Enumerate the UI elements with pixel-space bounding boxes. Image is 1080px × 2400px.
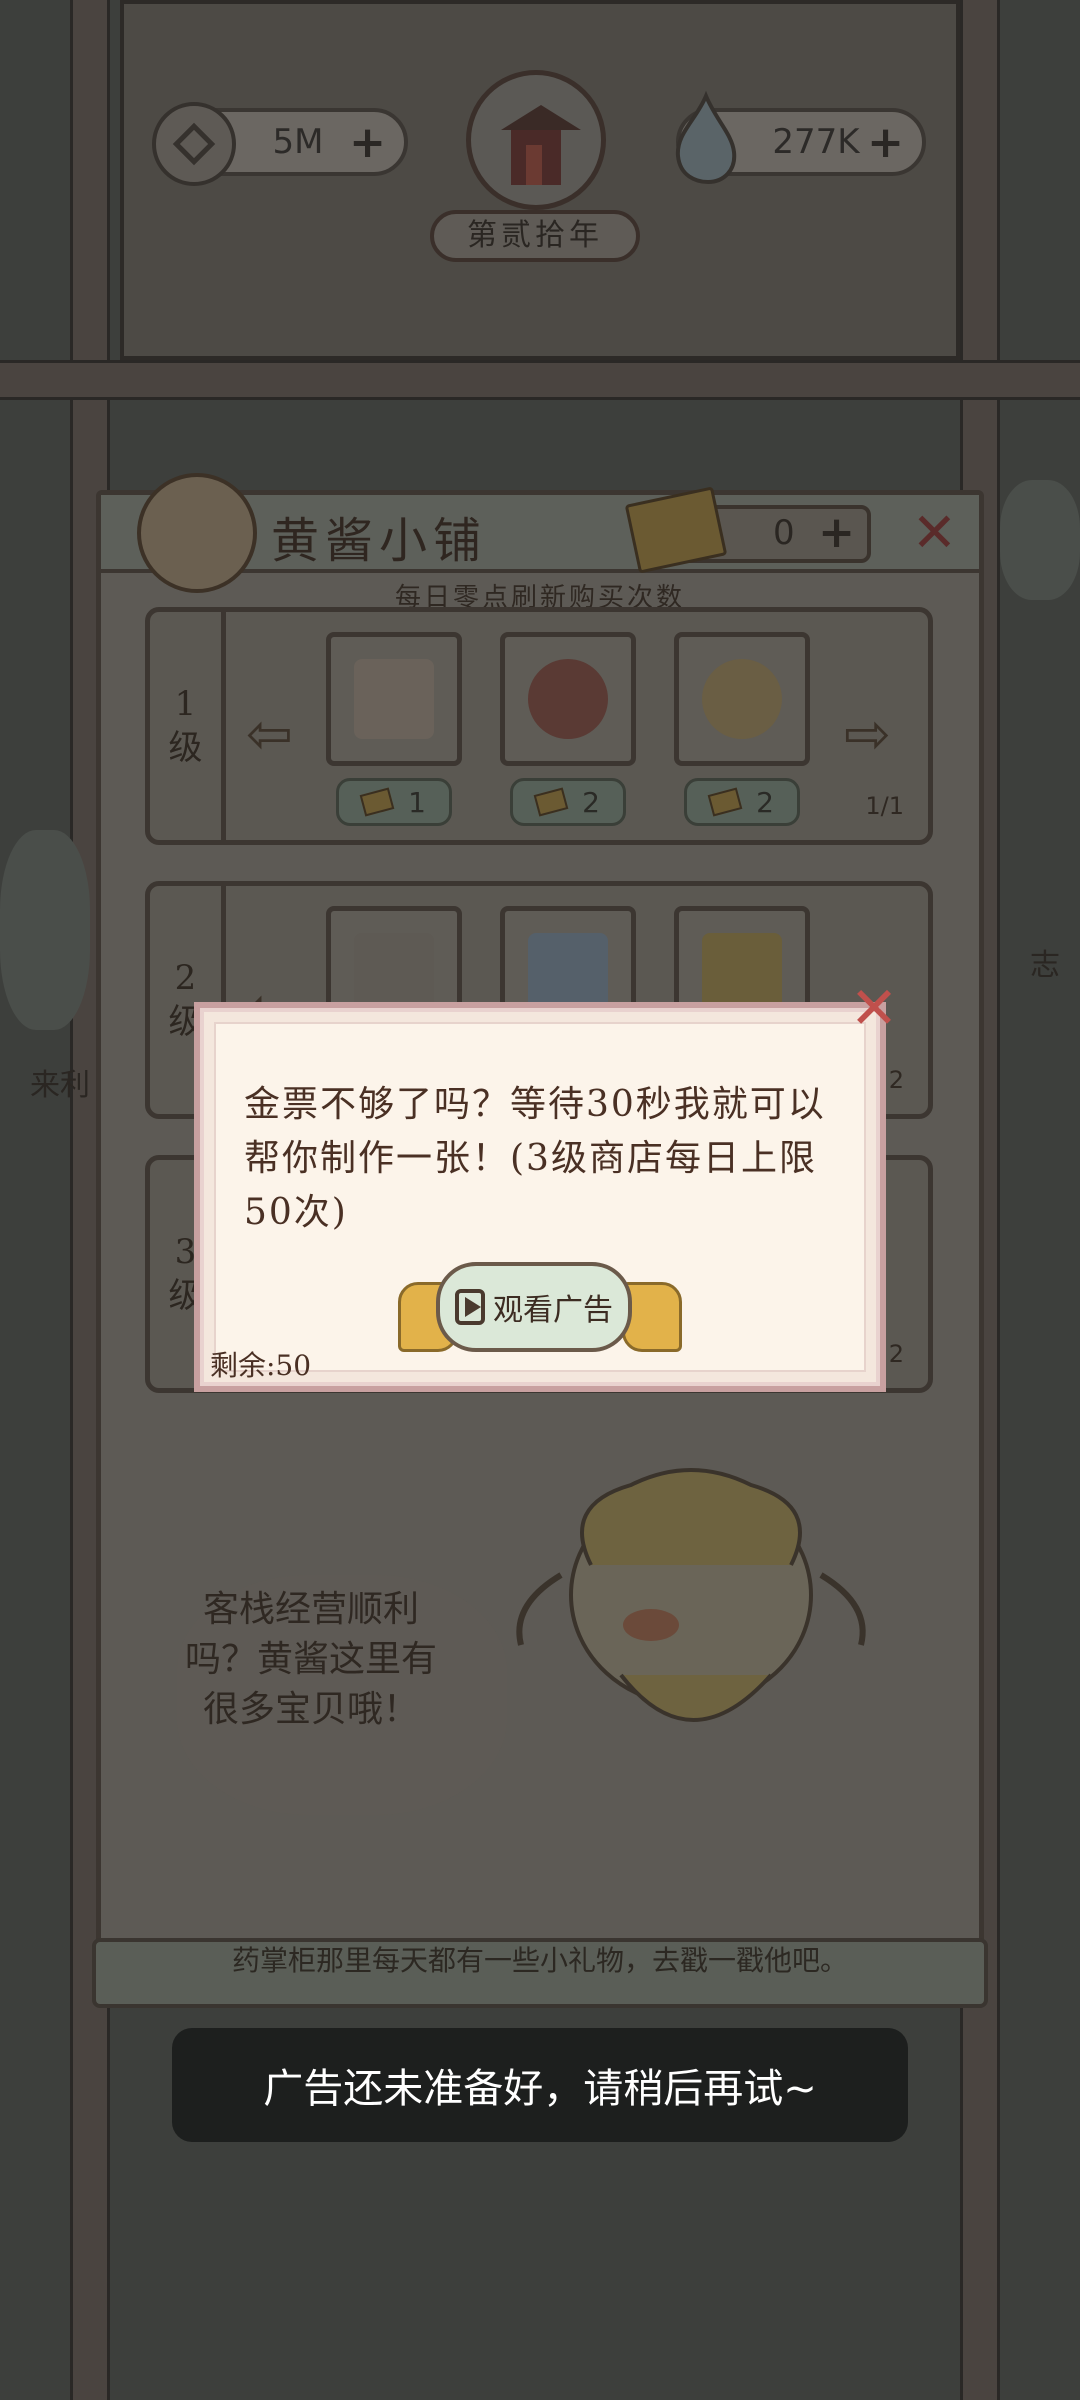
year-label: 第贰拾年 [430, 210, 640, 262]
ticket-icon [533, 787, 569, 817]
add-spirit-button[interactable]: + [867, 117, 904, 168]
dialog-message: 金票不够了吗？等待30秒我就可以帮你制作一张！(3级商店每日上限50次) [244, 1084, 826, 1233]
shop-item[interactable] [326, 632, 462, 766]
coin-icon [152, 102, 236, 186]
toast-notification: 广告还未准备好，请稍后再试~ [172, 2028, 908, 2142]
background-beam [0, 360, 1080, 400]
watch-ad-button[interactable]: 观看广告 [436, 1262, 632, 1352]
tier-1-label: 1 级 [150, 612, 226, 840]
tip-scroll: 药掌柜那里每天都有一些小礼物，去戳一戳他吧。 [92, 1938, 988, 2008]
item-price[interactable]: 1 [336, 778, 452, 826]
shop-item[interactable] [674, 632, 810, 766]
red-bead-icon [528, 659, 608, 739]
tier-unit: 级 [168, 728, 203, 768]
ticket-counter: 0 + [624, 486, 871, 574]
footer-tip: 药掌柜那里每天都有一些小礼物，去戳一戳他吧。 [231, 1944, 848, 1977]
coin-counter: 5M + [152, 102, 408, 186]
golden-bead-icon [702, 659, 782, 739]
watch-ad-label: 观看广告 [493, 1293, 613, 1328]
recipe-scroll-icon [354, 659, 434, 739]
mascot-avatar [137, 473, 257, 593]
add-tickets-button[interactable]: + [818, 507, 855, 558]
play-icon [455, 1289, 485, 1325]
spirit-value: 277K [772, 122, 860, 162]
right-arrow-icon[interactable]: ⇨ [844, 702, 891, 767]
shop-close-button[interactable]: ✕ [912, 501, 957, 564]
price-value: 2 [756, 785, 774, 819]
shop-title: 黄酱小铺 [271, 513, 488, 569]
tier-number: 2 [174, 958, 197, 998]
spirit-counter: 277K + [675, 90, 926, 185]
price-value: 1 [408, 785, 426, 819]
dialog-close-button[interactable]: ✕ [844, 978, 904, 1038]
price-value: 2 [582, 785, 600, 819]
item-price[interactable]: 2 [684, 778, 800, 826]
remaining-count: 剩余:50 [210, 1349, 312, 1382]
lantern-decoration [1000, 480, 1080, 600]
tier-1-row: 1 级 ⇦ ⇨ 1 2 2 1/1 [145, 607, 933, 845]
left-character-label: 来利 [30, 1068, 90, 1103]
ticket-icon [707, 787, 743, 817]
page-indicator: 2 [888, 1340, 904, 1368]
gold-card-icon [702, 933, 782, 1013]
inn-emblem-icon [466, 70, 606, 210]
page-indicator: 1/1 [865, 792, 904, 820]
gold-ticket-icon [624, 486, 728, 574]
mascot-speech: 客栈经营顺利吗？黄酱这里有很多宝贝哦！ [184, 1589, 437, 1730]
water-drop-icon [675, 90, 737, 185]
coin-value: 5M [272, 122, 324, 162]
left-character[interactable] [0, 830, 90, 1030]
right-character-label: 志 [1030, 948, 1060, 983]
year-badge: 第贰拾年 [430, 70, 640, 262]
page-indicator: 2 [888, 1066, 904, 1094]
add-coins-button[interactable]: + [349, 117, 386, 168]
ticket-value: 0 [773, 513, 795, 553]
mascot-character [516, 1468, 866, 1722]
ticket-icon [359, 787, 395, 817]
item-price[interactable]: 2 [510, 778, 626, 826]
coil-icon [354, 933, 434, 1013]
toast-message: 广告还未准备好，请稍后再试~ [263, 2066, 817, 2112]
shop-header: 黄酱小铺 0 + ✕ [101, 473, 979, 593]
spirit-icon [528, 933, 608, 1013]
shop-item[interactable] [500, 632, 636, 766]
left-arrow-icon[interactable]: ⇦ [246, 702, 293, 767]
tier-number: 1 [174, 684, 197, 724]
